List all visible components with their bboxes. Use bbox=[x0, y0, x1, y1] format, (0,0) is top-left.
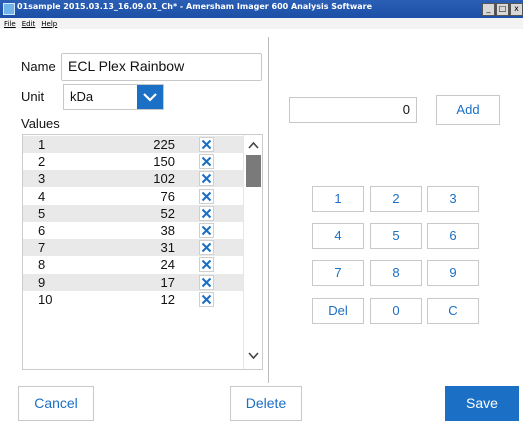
value-row[interactable]: 2 150 bbox=[23, 153, 243, 170]
keypad-delete-button[interactable]: Del bbox=[312, 298, 364, 324]
value-row[interactable]: 8 24 bbox=[23, 256, 243, 273]
row-index: 4 bbox=[38, 188, 46, 204]
row-index: 6 bbox=[38, 223, 46, 238]
remove-row-button[interactable] bbox=[199, 291, 214, 307]
row-value: 102 bbox=[153, 171, 175, 187]
unit-value: kDa bbox=[70, 89, 94, 104]
keypad-clear-button[interactable]: C bbox=[427, 298, 479, 324]
keypad-key-7[interactable]: 7 bbox=[312, 260, 364, 286]
close-icon bbox=[201, 225, 212, 236]
close-icon bbox=[201, 208, 212, 219]
window-controls: _ □ x bbox=[481, 3, 523, 16]
row-index: 5 bbox=[38, 205, 46, 221]
row-value: 150 bbox=[153, 154, 175, 170]
values-scrollbar[interactable] bbox=[243, 135, 262, 369]
value-row[interactable]: 6 38 bbox=[23, 222, 243, 239]
name-label: Name bbox=[21, 59, 56, 74]
unit-label: Unit bbox=[21, 89, 45, 104]
row-index: 9 bbox=[38, 274, 46, 290]
value-row[interactable]: 5 52 bbox=[23, 204, 243, 222]
row-value: 31 bbox=[160, 240, 175, 256]
close-icon bbox=[201, 139, 212, 150]
row-value: 12 bbox=[160, 291, 175, 307]
window-title: 01sample 2015.03.13_16.09.01_Ch* - Amers… bbox=[17, 2, 373, 11]
row-value: 76 bbox=[160, 188, 175, 204]
remove-row-button[interactable] bbox=[199, 137, 214, 152]
chevron-up-icon[interactable] bbox=[247, 140, 260, 150]
remove-row-button[interactable] bbox=[199, 240, 214, 256]
value-row[interactable]: 9 17 bbox=[23, 273, 243, 291]
row-index: 10 bbox=[38, 291, 53, 307]
close-icon bbox=[201, 174, 212, 184]
value-row[interactable]: 1 225 bbox=[23, 136, 243, 153]
maximize-button[interactable]: □ bbox=[496, 3, 509, 16]
remove-row-button[interactable] bbox=[199, 188, 214, 204]
cancel-button[interactable]: Cancel bbox=[18, 386, 94, 421]
close-icon bbox=[201, 294, 212, 305]
values-list[interactable]: 1 225 2 150 3 102 4 76 5 52 6 38 7 31 8 24 9 17 10 12 bbox=[22, 134, 263, 370]
close-icon bbox=[201, 277, 212, 287]
value-row[interactable]: 4 76 bbox=[23, 188, 243, 205]
keypad-key-5[interactable]: 5 bbox=[370, 223, 422, 249]
close-button[interactable]: x bbox=[510, 3, 523, 16]
menu-bar: File Edit Help bbox=[0, 18, 523, 29]
delete-button[interactable]: Delete bbox=[230, 386, 302, 421]
value-row[interactable]: 7 31 bbox=[23, 239, 243, 257]
close-icon bbox=[201, 191, 212, 201]
remove-row-button[interactable] bbox=[199, 274, 214, 290]
menu-edit[interactable]: Edit bbox=[22, 20, 36, 28]
add-button[interactable]: Add bbox=[436, 95, 500, 125]
remove-row-button[interactable] bbox=[199, 223, 214, 238]
keypad-key-3[interactable]: 3 bbox=[427, 186, 479, 212]
close-icon bbox=[201, 242, 212, 253]
unit-dropdown-button[interactable] bbox=[137, 85, 163, 109]
keypad-key-9[interactable]: 9 bbox=[427, 260, 479, 286]
row-index: 7 bbox=[38, 240, 46, 256]
keypad-key-0[interactable]: 0 bbox=[370, 298, 422, 324]
value-row[interactable]: 3 102 bbox=[23, 170, 243, 188]
window-titlebar[interactable]: 01sample 2015.03.13_16.09.01_Ch* - Amers… bbox=[0, 0, 523, 18]
minimize-button[interactable]: _ bbox=[482, 3, 495, 16]
row-value: 52 bbox=[160, 205, 175, 221]
keypad-key-4[interactable]: 4 bbox=[312, 223, 364, 249]
menu-file[interactable]: File bbox=[4, 20, 16, 28]
remove-row-button[interactable] bbox=[199, 154, 214, 170]
values-label: Values bbox=[21, 116, 60, 131]
row-value: 225 bbox=[153, 137, 175, 152]
row-index: 8 bbox=[38, 257, 46, 273]
remove-row-button[interactable] bbox=[199, 171, 214, 187]
panel-divider bbox=[268, 37, 269, 383]
save-button[interactable]: Save bbox=[445, 386, 519, 421]
keypad-key-1[interactable]: 1 bbox=[312, 186, 364, 212]
keypad-key-2[interactable]: 2 bbox=[370, 186, 422, 212]
name-input[interactable]: ECL Plex Rainbow bbox=[61, 53, 262, 81]
chevron-down-icon[interactable] bbox=[247, 351, 260, 361]
row-value: 24 bbox=[160, 257, 175, 273]
app-icon bbox=[3, 3, 15, 15]
row-value: 38 bbox=[160, 223, 175, 238]
row-index: 2 bbox=[38, 154, 46, 170]
row-value: 17 bbox=[160, 274, 175, 290]
scroll-thumb[interactable] bbox=[246, 155, 261, 187]
remove-row-button[interactable] bbox=[199, 257, 214, 273]
menu-help[interactable]: Help bbox=[41, 20, 57, 28]
keypad-key-6[interactable]: 6 bbox=[427, 223, 479, 249]
value-row[interactable]: 10 12 bbox=[23, 291, 243, 308]
unit-select[interactable]: kDa bbox=[63, 84, 164, 110]
close-icon bbox=[201, 156, 212, 167]
row-index: 1 bbox=[38, 137, 46, 152]
number-display[interactable]: 0 bbox=[289, 97, 417, 123]
remove-row-button[interactable] bbox=[199, 205, 214, 221]
row-index: 3 bbox=[38, 171, 46, 187]
chevron-down-icon bbox=[143, 93, 157, 102]
keypad-key-8[interactable]: 8 bbox=[370, 260, 422, 286]
close-icon bbox=[201, 260, 212, 270]
